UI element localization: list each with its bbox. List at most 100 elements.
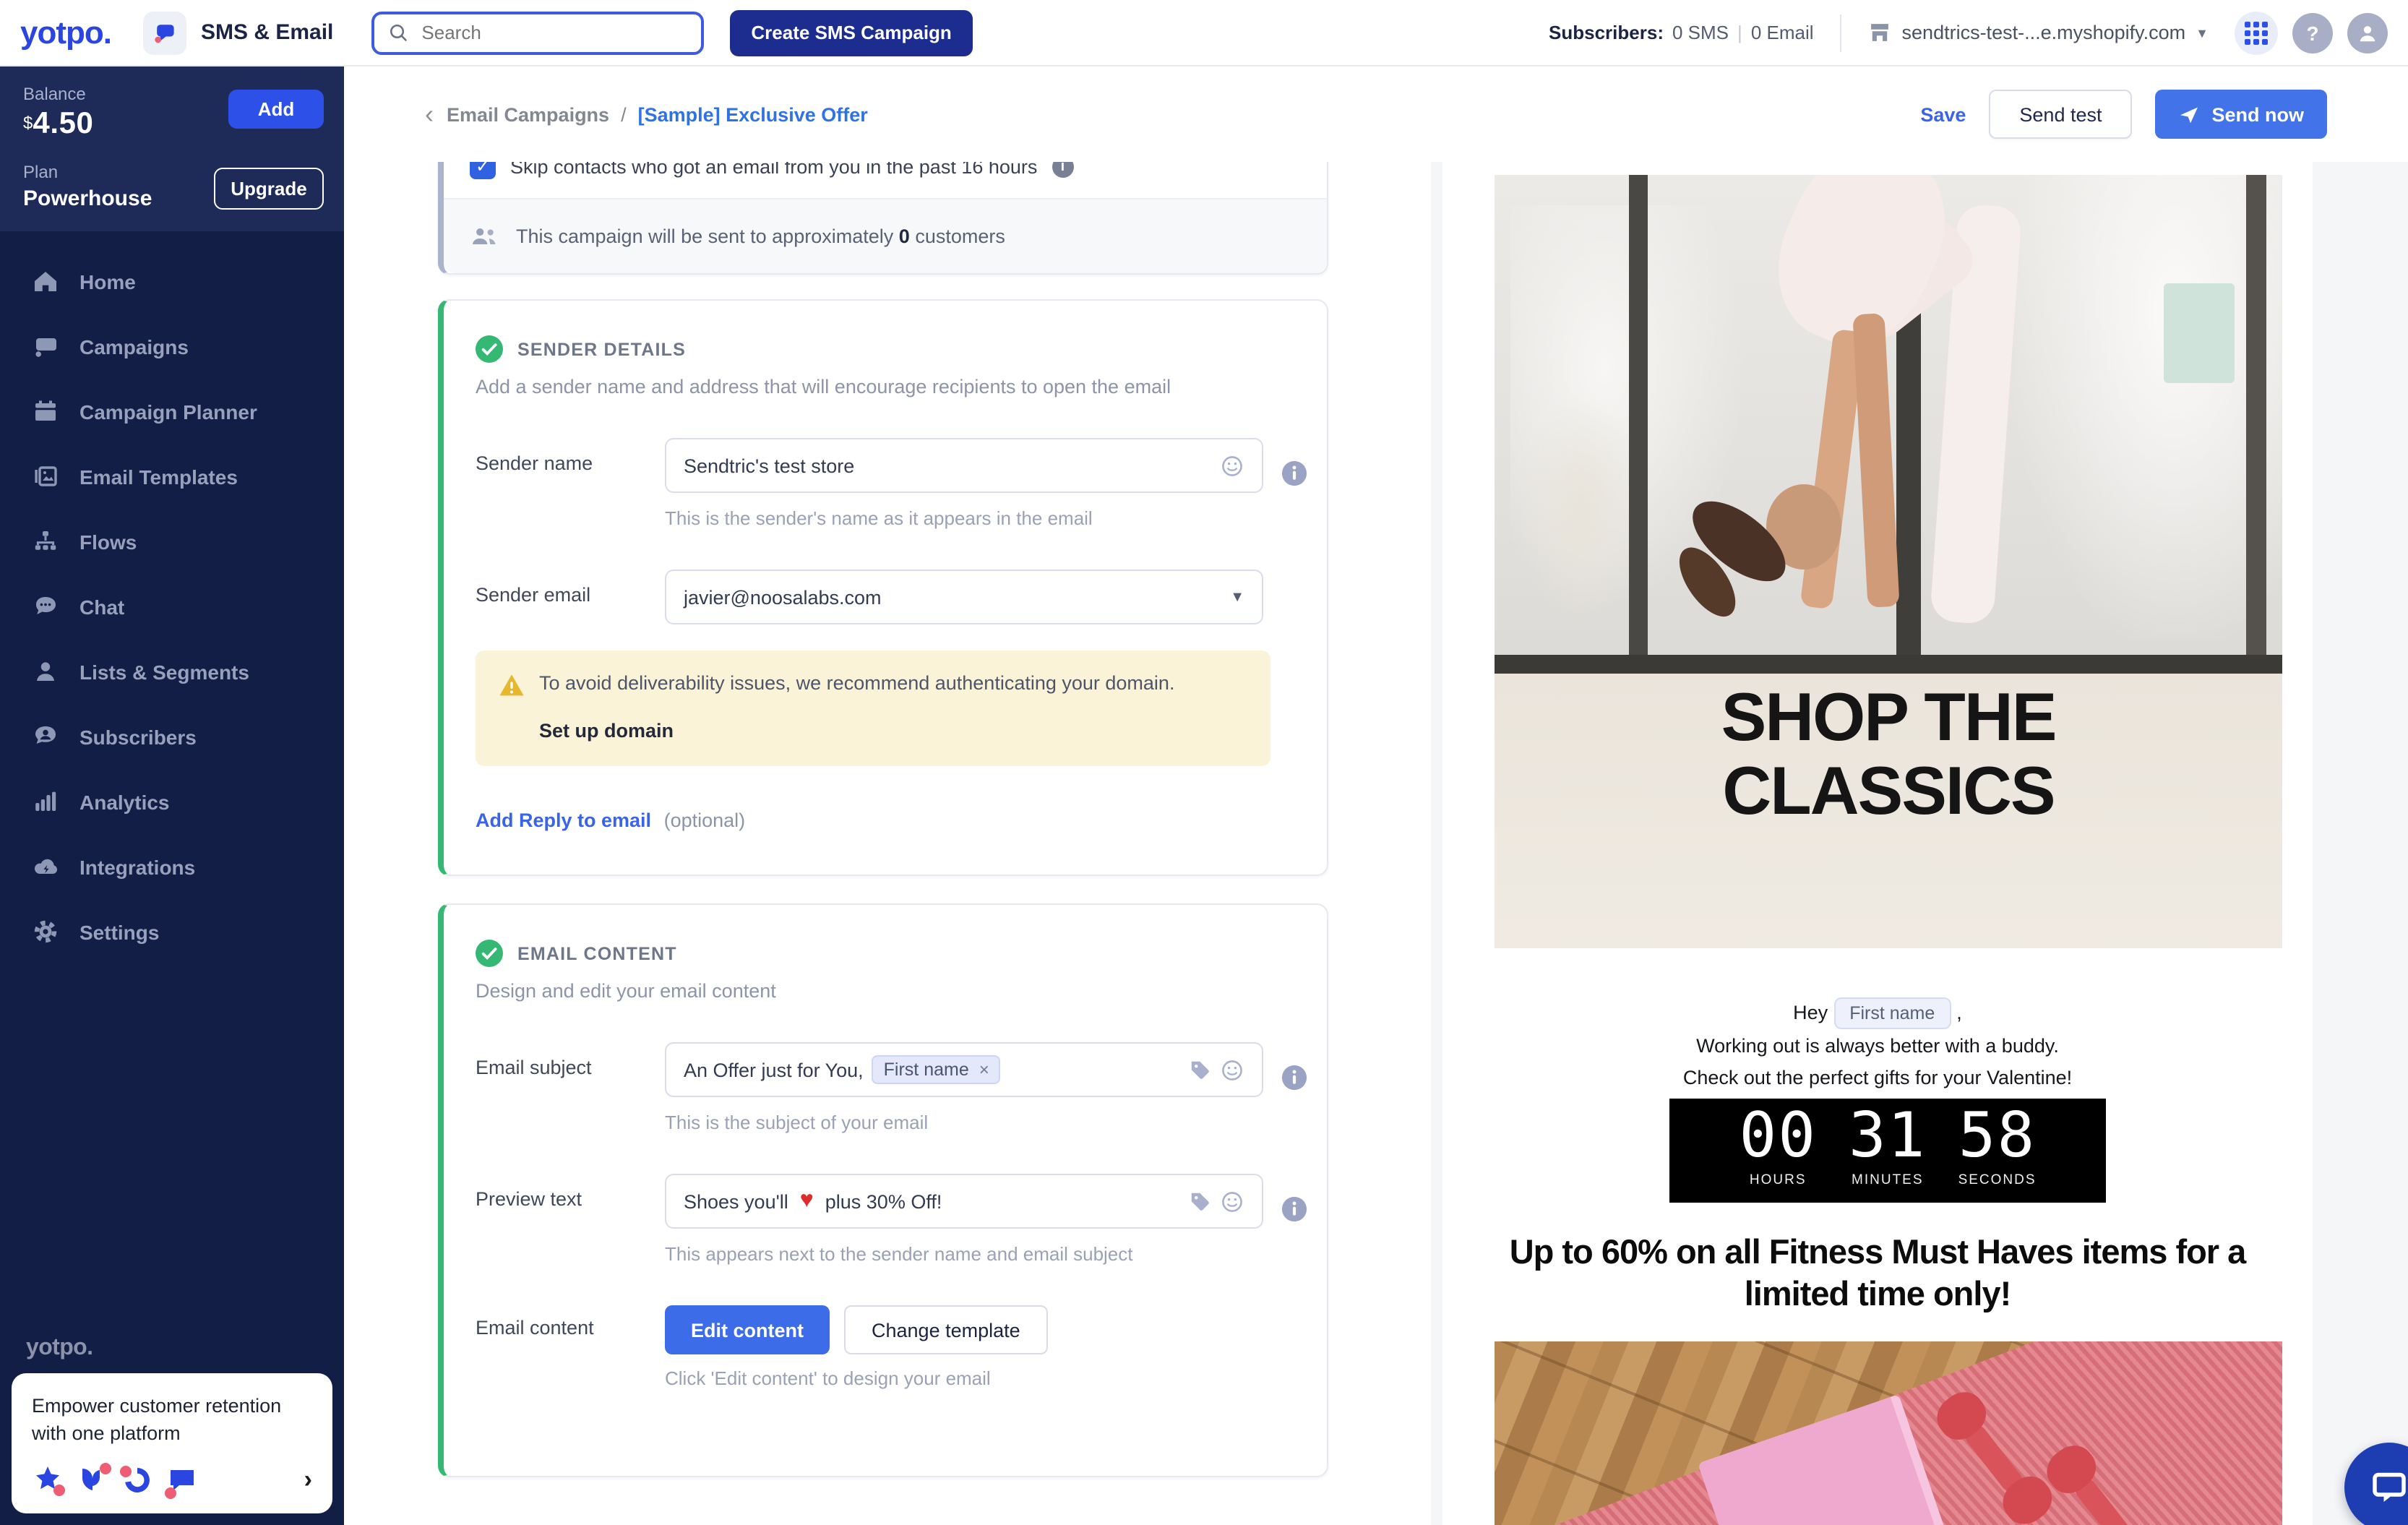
subscribers-label: Subscribers: — [1549, 22, 1664, 43]
chat-widget-icon — [2368, 1466, 2408, 1509]
promo-chevron-right[interactable]: › — [304, 1466, 312, 1495]
back-chevron-icon[interactable]: ‹ — [425, 99, 434, 129]
email-content-row: Email content Edit content Change templa… — [476, 1305, 1283, 1354]
preview-body-line3: Check out the perfect gifts for your Val… — [1442, 1067, 2313, 1088]
reply-optional: (optional) — [664, 809, 746, 831]
greeting-suffix: , — [1956, 1002, 1962, 1023]
balance-label: Balance — [23, 84, 94, 104]
emoji-picker-icon[interactable] — [1220, 453, 1244, 478]
save-button[interactable]: Save — [1920, 103, 1966, 125]
sidebar-item-label: Campaigns — [79, 335, 189, 358]
set-up-domain-link[interactable]: Set up domain — [539, 720, 1244, 742]
sidebar-item-label: Analytics — [79, 790, 170, 813]
chevron-down-icon: ▼ — [2196, 25, 2209, 40]
chip-remove-icon[interactable]: × — [979, 1060, 989, 1080]
sidebar-item-chat[interactable]: Chat — [0, 574, 344, 639]
sidebar-item-label: Integrations — [79, 855, 195, 878]
email-count: 0 Email — [1751, 22, 1814, 43]
breadcrumb-separator: / — [621, 103, 627, 125]
sidebar-item-subscribers[interactable]: Subscribers — [0, 704, 344, 769]
sender-email-row: Sender email javier@noosalabs.com ▼ — [476, 570, 1283, 624]
sender-email-label: Sender email — [476, 570, 665, 624]
emoji-picker-icon[interactable] — [1220, 1057, 1244, 1082]
emoji-picker-icon[interactable] — [1220, 1189, 1244, 1213]
sidebar-item-lists-segments[interactable]: Lists & Segments — [0, 639, 344, 704]
skip-contacts-checkbox[interactable]: ✓ — [470, 162, 496, 179]
scroll-content: ✓ Skip contacts who got an email from yo… — [344, 162, 2408, 1525]
sms-count: 0 SMS — [1672, 22, 1729, 43]
preview-body-line2: Working out is always better with a budd… — [1442, 1035, 2313, 1057]
tag-icon[interactable] — [1188, 1058, 1211, 1081]
app-launcher-button[interactable] — [2235, 11, 2278, 54]
info-icon[interactable] — [1281, 1042, 1308, 1099]
product-title: SMS & Email — [201, 20, 333, 45]
template-icon — [32, 463, 59, 490]
sidebar-item-email-templates[interactable]: Email Templates — [0, 444, 344, 509]
upgrade-button[interactable]: Upgrade — [214, 168, 324, 210]
grid-icon — [2245, 21, 2268, 44]
sidebar-item-campaign-planner[interactable]: Campaign Planner — [0, 379, 344, 444]
integrations-icon — [32, 853, 59, 880]
countdown-timer: 00 HOURS 31 MINUTES 58 SECONDS — [1669, 1099, 2106, 1203]
preview-text-post: plus 30% Off! — [825, 1190, 1179, 1212]
preview-text-input[interactable]: Shoes you'll ♥ plus 30% Off! — [665, 1174, 1263, 1229]
sidebar-item-flows[interactable]: Flows — [0, 509, 344, 574]
add-balance-button[interactable]: Add — [228, 90, 324, 129]
audience-card: ✓ Skip contacts who got an email from yo… — [438, 162, 1328, 275]
email-subject-input[interactable]: An Offer just for You, First name × — [665, 1042, 1263, 1097]
promo-card[interactable]: Empower customer retention with one plat… — [12, 1373, 332, 1513]
account-button[interactable] — [2347, 12, 2388, 53]
send-now-button[interactable]: Send now — [2156, 90, 2328, 139]
info-icon[interactable]: i — [1052, 162, 1073, 177]
sidebar-item-settings[interactable]: Settings — [0, 899, 344, 964]
countdown-hours: 00 — [1739, 1106, 1817, 1168]
send-test-button[interactable]: Send test — [1989, 90, 2132, 139]
create-sms-campaign-button[interactable]: Create SMS Campaign — [729, 9, 973, 56]
sidebar-item-label: Lists & Segments — [79, 660, 249, 683]
audience-icon — [470, 224, 500, 249]
storefront-icon — [1867, 20, 1892, 45]
info-icon[interactable] — [1281, 1174, 1308, 1230]
change-template-button[interactable]: Change template — [844, 1305, 1048, 1354]
send-now-label: Send now — [2212, 103, 2305, 125]
countdown-minutes-label: MINUTES — [1849, 1172, 1927, 1188]
email-subject-label: Email subject — [476, 1042, 665, 1099]
sidebar-item-home[interactable]: Home — [0, 249, 344, 314]
sidebar-item-campaigns[interactable]: Campaigns — [0, 314, 344, 379]
add-reply-link[interactable]: Add Reply to email — [476, 809, 651, 831]
search-icon — [387, 22, 408, 43]
sender-name-input[interactable]: Sendtric's test store — [665, 438, 1263, 493]
campaign-form-column: ✓ Skip contacts who got an email from yo… — [344, 162, 1431, 1525]
warning-text: To avoid deliverability issues, we recom… — [539, 672, 1174, 694]
info-icon[interactable] — [1281, 438, 1308, 494]
divider — [1840, 14, 1841, 51]
sidebar: Balance $4.50 Add Plan Powerhouse Upgrad… — [0, 66, 344, 1525]
subscriptions-icon — [121, 1464, 153, 1496]
store-switcher[interactable]: sendtrics-test-...e.myshopify.com ▼ — [1867, 20, 2209, 45]
email-content-label: Email content — [476, 1305, 665, 1354]
sidebar-item-analytics[interactable]: Analytics — [0, 769, 344, 834]
balance-value: $4.50 — [23, 107, 94, 142]
tag-icon[interactable] — [1188, 1190, 1211, 1213]
sidebar-item-label: Chat — [79, 595, 124, 618]
first-name-merge-tag: First name — [1833, 997, 1951, 1029]
sender-email-select[interactable]: javier@noosalabs.com ▼ — [665, 570, 1263, 624]
search-box[interactable] — [371, 11, 703, 54]
paper-plane-icon — [2179, 103, 2201, 125]
gear-icon — [32, 918, 59, 945]
domain-warning: To avoid deliverability issues, we recom… — [476, 650, 1270, 766]
email-content-card: EMAIL CONTENT Design and edit your email… — [438, 903, 1328, 1477]
chat-bubble-icon — [152, 20, 178, 46]
sms-email-app-icon — [143, 11, 186, 54]
preview-text-row: Preview text Shoes you'll ♥ plus 30% Off… — [476, 1174, 1283, 1230]
breadcrumb-parent-link[interactable]: Email Campaigns — [447, 103, 609, 125]
reviews-star-icon — [32, 1464, 64, 1496]
greeting-line: HeyFirst name, — [1442, 997, 2313, 1029]
help-button[interactable]: ? — [2292, 12, 2333, 53]
warning-icon — [499, 672, 525, 698]
sidebar-item-integrations[interactable]: Integrations — [0, 834, 344, 899]
sender-section-desc: Add a sender name and address that will … — [476, 376, 1283, 398]
chip-label: First name — [884, 1060, 969, 1080]
search-input[interactable] — [418, 20, 670, 45]
edit-content-button[interactable]: Edit content — [665, 1305, 830, 1354]
